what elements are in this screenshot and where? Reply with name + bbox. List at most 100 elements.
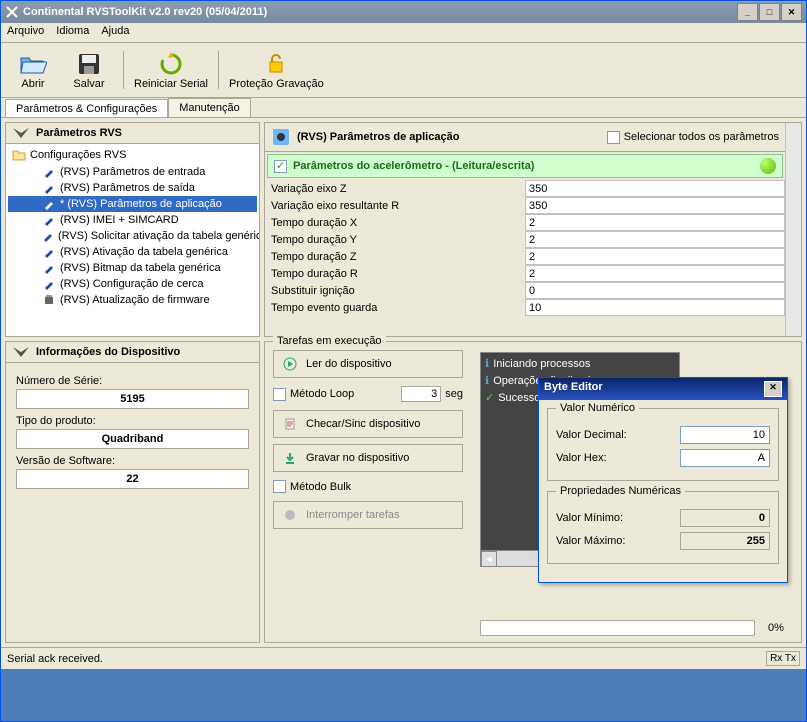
loop-unit-label: seg xyxy=(445,388,463,400)
tree-item[interactable]: * (RVS) Parâmetros de aplicação xyxy=(8,196,257,212)
pencil-icon xyxy=(42,197,56,211)
tree-item[interactable]: (RVS) Ativação da tabela genérica xyxy=(8,244,257,260)
tree-item[interactable]: (RVS) Bitmap da tabela genérica xyxy=(8,260,257,276)
tab-parametros[interactable]: Parâmetros & Configurações xyxy=(5,99,168,118)
param-input[interactable] xyxy=(525,282,785,299)
close-button[interactable]: ✕ xyxy=(781,3,802,21)
read-device-label: Ler do dispositivo xyxy=(306,358,392,370)
hex-input[interactable]: A xyxy=(680,449,770,467)
param-label: Tempo duração X xyxy=(265,215,525,231)
tree-item[interactable]: (RVS) Atualização de firmware xyxy=(8,292,257,308)
tree-title: Parâmetros RVS xyxy=(36,127,122,139)
min-label: Valor Mínimo: xyxy=(556,512,680,524)
menu-idioma[interactable]: Idioma xyxy=(56,25,89,40)
abrir-button[interactable]: Abrir xyxy=(9,47,57,93)
vertical-scrollbar[interactable] xyxy=(785,123,801,336)
toolbar: Abrir Salvar Reiniciar Serial Proteção G… xyxy=(1,43,806,98)
menu-arquivo[interactable]: Arquivo xyxy=(7,25,44,40)
max-label: Valor Máximo: xyxy=(556,535,680,547)
checkbox-icon xyxy=(607,131,620,144)
param-row: Tempo duração X xyxy=(265,214,785,231)
tree-item-label: (RVS) Configuração de cerca xyxy=(60,278,203,290)
tree-item-label: (RVS) Parâmetros de entrada xyxy=(60,166,205,178)
version-value: 22 xyxy=(16,469,249,489)
salvar-label: Salvar xyxy=(73,78,104,90)
play-icon xyxy=(282,356,298,372)
min-value: 0 xyxy=(680,509,770,527)
byte-editor-dialog: Byte Editor ✕ Valor Numérico Valor Decim… xyxy=(538,377,788,583)
param-row: Substituir ignição xyxy=(265,282,785,299)
scroll-left-icon[interactable]: ◄ xyxy=(481,551,497,567)
numeric-value-fieldset: Valor Numérico Valor Decimal: 10 Valor H… xyxy=(547,408,779,481)
param-input[interactable] xyxy=(525,299,785,316)
decimal-label: Valor Decimal: xyxy=(556,429,680,441)
decimal-input[interactable]: 10 xyxy=(680,426,770,444)
write-device-button[interactable]: Gravar no dispositivo xyxy=(273,444,463,472)
firmware-icon xyxy=(42,293,56,307)
tree-item[interactable]: (RVS) Configuração de cerca xyxy=(8,276,257,292)
param-input[interactable] xyxy=(525,197,785,214)
salvar-button[interactable]: Salvar xyxy=(65,47,113,93)
check-sync-button[interactable]: Checar/Sinc dispositivo xyxy=(273,410,463,438)
save-icon xyxy=(75,50,103,78)
progress-row: 0% xyxy=(480,620,791,636)
menubar: Arquivo Idioma Ajuda xyxy=(1,23,806,43)
bulk-checkbox[interactable] xyxy=(273,480,286,493)
pencil-icon xyxy=(42,213,56,227)
pencil-icon xyxy=(42,181,56,195)
param-row: Tempo evento guarda xyxy=(265,299,785,316)
select-all-checkbox[interactable]: Selecionar todos os parâmetros xyxy=(607,131,779,144)
param-panel-header: (RVS) Parâmetros de aplicação Selecionar… xyxy=(265,123,785,152)
abrir-label: Abrir xyxy=(21,78,44,90)
param-label: Variação eixo resultante R xyxy=(265,198,525,214)
minimize-button[interactable]: _ xyxy=(737,3,758,21)
param-input[interactable] xyxy=(525,265,785,282)
pencil-icon xyxy=(42,277,56,291)
tree-item[interactable]: (RVS) IMEI + SIMCARD xyxy=(8,212,257,228)
interrupt-label: Interromper tarefas xyxy=(306,509,400,521)
dialog-close-button[interactable]: ✕ xyxy=(764,381,782,397)
chevron-icon xyxy=(12,127,30,139)
param-label: Tempo duração Y xyxy=(265,232,525,248)
tree-root[interactable]: Configurações RVS xyxy=(8,146,257,164)
app-icon xyxy=(5,5,19,19)
tree-item[interactable]: (RVS) Parâmetros de saída xyxy=(8,180,257,196)
folder-icon xyxy=(12,148,26,162)
tree-item-label: (RVS) Bitmap da tabela genérica xyxy=(60,262,221,274)
lock-icon xyxy=(262,50,290,78)
log-item: Iniciando processos xyxy=(483,355,677,372)
read-device-button[interactable]: Ler do dispositivo xyxy=(273,350,463,378)
check-sync-label: Checar/Sinc dispositivo xyxy=(306,418,420,430)
reiniciar-serial-button[interactable]: Reiniciar Serial xyxy=(134,47,208,93)
param-input[interactable] xyxy=(525,248,785,265)
tree-panel-header: Parâmetros RVS xyxy=(6,123,259,144)
tab-manutencao[interactable]: Manutenção xyxy=(168,98,251,117)
task-buttons: Ler do dispositivo Método Loop 3 seg Che… xyxy=(273,350,463,529)
config-tree[interactable]: Configurações RVS (RVS) Parâmetros de en… xyxy=(6,144,259,336)
window-buttons: _ □ ✕ xyxy=(736,3,802,21)
protecao-gravacao-button[interactable]: Proteção Gravação xyxy=(229,47,324,93)
numeric-legend: Valor Numérico xyxy=(556,402,639,414)
maximize-button[interactable]: □ xyxy=(759,3,780,21)
status-text: Serial ack received. xyxy=(7,653,766,665)
dialog-titlebar[interactable]: Byte Editor ✕ xyxy=(539,378,787,400)
loop-interval-input[interactable]: 3 xyxy=(401,386,441,402)
interrupt-tasks-button[interactable]: Interromper tarefas xyxy=(273,501,463,529)
param-input[interactable] xyxy=(525,231,785,248)
param-label: Tempo evento guarda xyxy=(265,300,525,316)
rxtx-indicator: Rx Tx xyxy=(766,651,800,666)
tree-item[interactable]: (RVS) Parâmetros de entrada xyxy=(8,164,257,180)
product-label: Tipo do produto: xyxy=(16,415,249,427)
tree-item-label: (RVS) Atualização de firmware xyxy=(60,294,210,306)
select-all-label: Selecionar todos os parâmetros xyxy=(624,131,779,143)
loop-checkbox[interactable] xyxy=(273,388,286,401)
param-row: Variação eixo Z xyxy=(265,180,785,197)
param-input[interactable] xyxy=(525,214,785,231)
param-group-header[interactable]: Parâmetros do acelerômetro - (Leitura/es… xyxy=(267,154,783,178)
serial-label: Número de Série: xyxy=(16,375,249,387)
tree-item[interactable]: (RVS) Solicitar ativação da tabela genér… xyxy=(8,228,257,244)
menu-ajuda[interactable]: Ajuda xyxy=(101,25,129,40)
param-list: Variação eixo ZVariação eixo resultante … xyxy=(265,180,785,336)
param-input[interactable] xyxy=(525,180,785,197)
document-icon xyxy=(282,416,298,432)
